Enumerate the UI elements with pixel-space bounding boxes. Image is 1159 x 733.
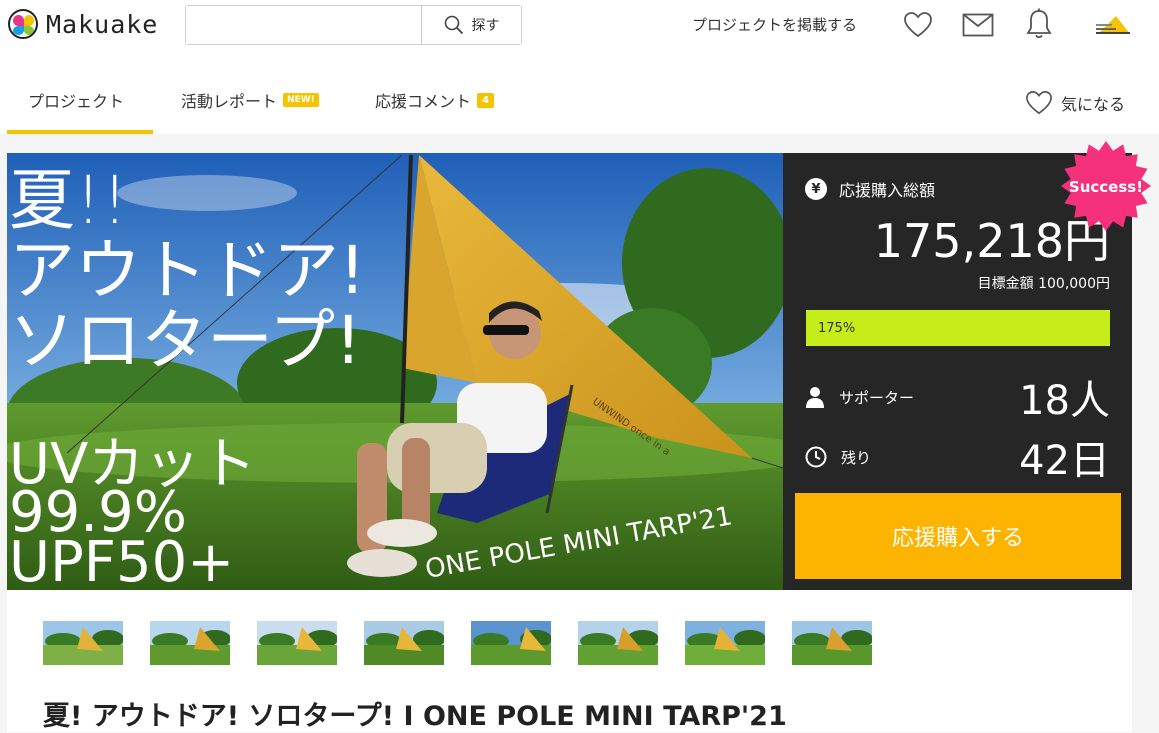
success-badge: Success! <box>1061 141 1151 231</box>
remaining-row: 残り 42日 <box>805 428 1110 486</box>
thumbnail-3[interactable] <box>257 621 337 665</box>
search-button-label: 探す <box>471 18 500 34</box>
supporters-label: サポーター <box>839 388 915 407</box>
thumbnail-1[interactable] <box>43 621 123 665</box>
thumbnail-6[interactable] <box>578 621 658 665</box>
tab-comments-label: 応援コメント <box>375 92 472 111</box>
heart-icon[interactable] <box>903 11 933 39</box>
search-input[interactable] <box>186 6 421 44</box>
favorite-button[interactable]: 気になる <box>1025 90 1125 116</box>
clock-icon <box>805 446 827 468</box>
active-tab-indicator <box>7 130 153 134</box>
post-project-link[interactable]: プロジェクトを掲載する <box>692 14 857 35</box>
progress-bar: 175% <box>806 310 1110 346</box>
project-content: 夏! アウトドア! ソロタープ! I ONE POLE MINI TARP'21 <box>7 590 1132 732</box>
target-amount: 目標金額 100,000円 <box>977 276 1110 292</box>
person-icon <box>806 387 824 408</box>
hero-text-line3: ソロタープ! <box>9 302 362 379</box>
remaining-label: 残り <box>841 448 872 467</box>
search-bar: 探す <box>185 5 522 45</box>
avatar[interactable] <box>1094 14 1132 36</box>
tab-comments[interactable]: 応援コメント 4 <box>375 88 494 112</box>
funding-label: 応援購入総額 <box>839 181 936 200</box>
hero-text-line1: 夏!! <box>9 162 128 239</box>
thumbnail-5[interactable] <box>471 621 551 665</box>
tab-activity-report-label: 活動レポート <box>181 92 278 111</box>
support-purchase-button[interactable]: 応援購入する <box>795 493 1121 579</box>
thumbnail-7[interactable] <box>685 621 765 665</box>
project-tabs: プロジェクト 活動レポート NEW! 応援コメント 4 気になる <box>0 52 1159 134</box>
search-icon <box>444 15 463 35</box>
hero-photo: 夏!! アウトドア! ソロタープ! UVカット 99.9% UPF50+ ONE… <box>7 153 783 590</box>
remaining-days: 42日 <box>1019 438 1110 484</box>
new-badge: NEW! <box>283 93 319 107</box>
bell-icon[interactable] <box>1026 8 1052 40</box>
tab-activity-report[interactable]: 活動レポート NEW! <box>181 88 319 112</box>
success-badge-label: Success! <box>1069 178 1143 196</box>
tab-project-label: プロジェクト <box>28 92 125 111</box>
mail-icon[interactable] <box>962 13 994 37</box>
logo[interactable]: Makuake <box>8 9 158 39</box>
comment-count-badge: 4 <box>477 92 494 108</box>
logo-icon <box>8 9 38 39</box>
supporters-row: サポーター 18人 <box>805 368 1110 426</box>
hero-uv-line3: UPF50+ <box>9 530 234 590</box>
yen-icon: ¥ <box>805 178 827 200</box>
thumbnail-8[interactable] <box>792 621 872 665</box>
hero-text-line2: アウトドア! <box>9 232 365 309</box>
logo-text: Makuake <box>46 9 159 39</box>
heart-outline-icon <box>1026 91 1052 115</box>
funding-header: ¥ 応援購入総額 <box>805 177 935 201</box>
hero-image: 夏!! アウトドア! ソロタープ! UVカット 99.9% UPF50+ ONE… <box>7 153 783 590</box>
thumbnail-2[interactable] <box>150 621 230 665</box>
supporters-count: 18人 <box>1019 378 1110 424</box>
project-title: 夏! アウトドア! ソロタープ! I ONE POLE MINI TARP'21 <box>43 701 787 732</box>
progress-fill: 175% <box>806 310 1110 346</box>
favorite-label: 気になる <box>1060 95 1125 114</box>
tab-project[interactable]: プロジェクト <box>28 88 124 112</box>
search-button[interactable]: 探す <box>421 6 521 44</box>
thumbnail-4[interactable] <box>364 621 444 665</box>
progress-label: 175% <box>818 320 856 336</box>
thumbnail-strip <box>43 621 872 665</box>
site-header: Makuake 探す プロジェクトを掲載する <box>0 0 1159 52</box>
